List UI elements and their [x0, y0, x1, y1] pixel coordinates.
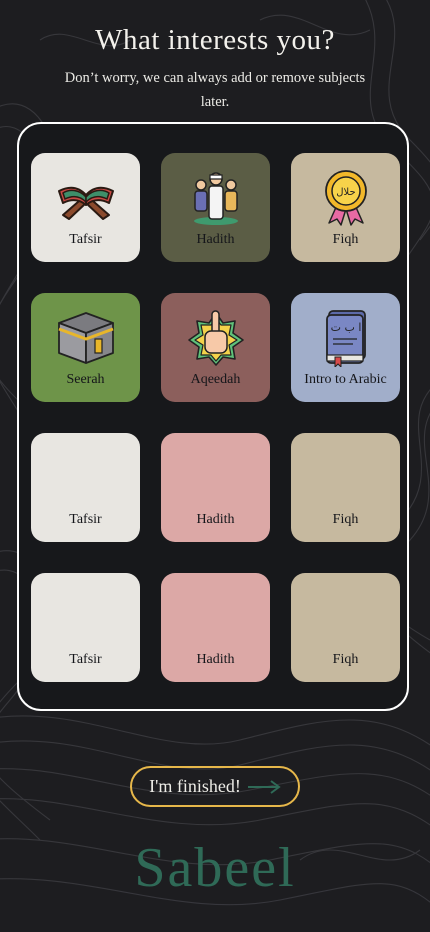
tile-label: Fiqh — [332, 232, 359, 247]
tile-intro-to-arabic[interactable]: ا ب ت Intro to Arabic — [291, 293, 400, 402]
tile-tafsir[interactable]: Tafsir — [31, 153, 140, 262]
tile-seerah[interactable]: Seerah — [31, 293, 140, 402]
tile-label: Tafsir — [69, 232, 102, 247]
tile-label: Seerah — [66, 372, 105, 387]
tile-label: Fiqh — [332, 512, 359, 527]
tile-fiqh[interactable]: Fiqh — [291, 433, 400, 542]
halal-badge-icon: حلال — [324, 170, 367, 226]
tile-label: Intro to Arabic — [304, 372, 387, 387]
tile-label: Hadith — [196, 232, 235, 247]
tile-label: Hadith — [196, 652, 235, 667]
tile-label: Tafsir — [69, 652, 102, 667]
page-subtitle: Don’t worry, we can always add or remove… — [64, 70, 366, 110]
tile-label: Tafsir — [69, 512, 102, 527]
finish-button-label: I'm finished! — [149, 776, 241, 796]
tile-hadith[interactable]: Hadith — [161, 573, 270, 682]
tile-fiqh[interactable]: حلال Fiqh — [291, 153, 400, 262]
tile-label: Aqeedah — [190, 372, 241, 387]
svg-text:ا ب ت: ا ب ت — [330, 321, 361, 334]
tile-hadith[interactable]: Hadith — [161, 153, 270, 262]
page-title: What interests you? — [95, 24, 335, 56]
tile-label: Fiqh — [332, 652, 359, 667]
tile-aqeedah[interactable]: Aqeedah — [161, 293, 270, 402]
interests-panel: Tafsir Hadith حلال Fiqh Seerah Aqeedah ا… — [17, 122, 409, 711]
kaaba-icon — [57, 312, 114, 364]
tile-hadith[interactable]: Hadith — [161, 433, 270, 542]
arabic-book-icon: ا ب ت — [325, 310, 366, 367]
tile-label: Hadith — [196, 512, 235, 527]
brand-logo-text: Sabeel — [134, 837, 296, 899]
people-praying-icon — [193, 172, 238, 225]
svg-text:حلال: حلال — [336, 187, 355, 198]
raised-finger-star-icon — [187, 310, 244, 366]
tile-fiqh[interactable]: Fiqh — [291, 573, 400, 682]
tile-tafsir[interactable]: Tafsir — [31, 573, 140, 682]
arrow-right-icon — [247, 779, 281, 794]
tile-tafsir[interactable]: Tafsir — [31, 433, 140, 542]
quran-stand-icon — [57, 186, 114, 220]
finish-button[interactable]: I'm finished! — [130, 766, 300, 807]
